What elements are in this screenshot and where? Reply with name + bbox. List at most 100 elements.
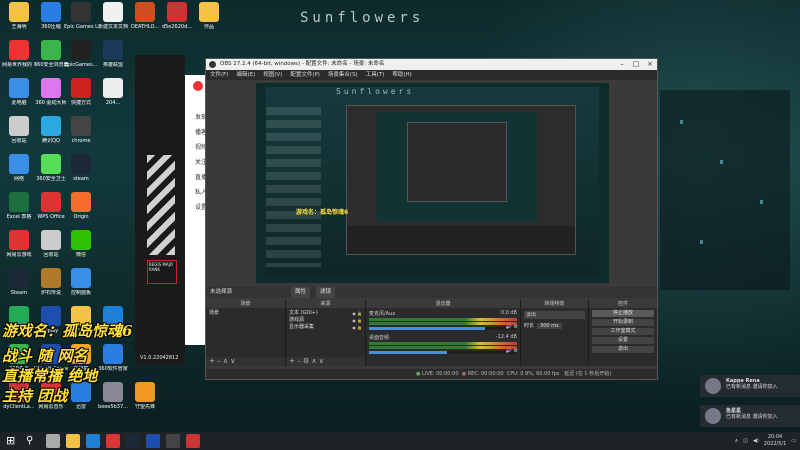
desktop-icon[interactable]: 迅雷 — [64, 382, 98, 410]
desktop-icon[interactable]: 作品 — [192, 2, 226, 30]
move-down-icon[interactable]: ∨ — [319, 357, 324, 365]
obs-preview-canvas[interactable]: Sunflowers 游戏名：孤岛惊魂6 — [256, 83, 609, 283]
control-button[interactable]: 设置 — [592, 337, 654, 344]
menu-item[interactable]: 帮助(H) — [392, 70, 411, 80]
avatar — [705, 378, 721, 394]
transition-select[interactable]: 淡出 — [524, 311, 585, 319]
desktop-icon[interactable]: Steam — [2, 268, 36, 296]
wechat-icon — [71, 230, 91, 250]
source-item[interactable]: 游戏源 ◉ 🔒 — [289, 317, 362, 324]
add-source-button[interactable]: + — [289, 357, 295, 365]
clock[interactable]: 20:04 2022/5/1 — [764, 434, 786, 448]
desktop-icon-label: d5e2620d... — [161, 24, 193, 30]
menu-item[interactable]: 配置文件(P) — [290, 70, 320, 80]
desktop-icon[interactable]: DEATHLO... — [128, 2, 162, 30]
netease-icon[interactable] — [186, 434, 200, 448]
desktop-icon[interactable]: 网易世界我的 平台 — [2, 40, 36, 68]
task-view-icon[interactable] — [46, 434, 60, 448]
desktop-icon[interactable]: 360 驱动大师 — [34, 78, 68, 106]
desktop-icon[interactable]: 此电脑 — [2, 78, 36, 106]
desktop-icon[interactable]: 360压缩 — [34, 2, 68, 30]
desktop-icon-label: 腾讯QQ — [42, 138, 60, 144]
visibility-icon[interactable]: ◉ 🔒 — [352, 317, 362, 324]
edge-icon[interactable] — [86, 434, 100, 448]
desktop-icon[interactable]: 网络 — [2, 154, 36, 182]
mute-icon[interactable]: 🔊 ⚙ — [506, 348, 518, 354]
desktop-icon[interactable]: 回收站 — [2, 116, 36, 144]
menu-item[interactable]: 场景集合(S) — [328, 70, 358, 80]
windows-icon[interactable]: ⊞ — [6, 434, 20, 448]
volume-icon[interactable]: ◀) — [753, 438, 759, 444]
close-button[interactable]: × — [643, 59, 657, 70]
notification-tile[interactable]: 鱼星星 已有新消息 邀请你加入 — [700, 405, 800, 427]
netease-music-icon[interactable] — [106, 434, 120, 448]
menu-item[interactable]: 文件(F) — [210, 70, 228, 80]
desktop-icon[interactable]: 360安全卫士 — [34, 154, 68, 182]
desktop-icon[interactable]: 炉石传说 — [34, 268, 68, 296]
properties-button[interactable]: 属性 — [291, 287, 311, 298]
desktop-icon[interactable]: chrome — [64, 116, 98, 144]
notification-icon[interactable]: ▭ — [791, 438, 796, 444]
desktop-icon[interactable]: 新建文本文档 — [96, 2, 130, 30]
notification-tile[interactable]: Kappa Rena 已有新消息 邀请你加入 — [700, 375, 800, 397]
obs-window[interactable]: OBS 27.2.4 (64-bit, windows) - 配置文件: 未命名… — [205, 58, 658, 380]
move-up-icon[interactable]: ∧ — [311, 357, 316, 365]
menu-item[interactable]: 编辑(E) — [236, 70, 255, 80]
visibility-icon[interactable]: ◉ 🔒 — [352, 310, 362, 317]
minimize-button[interactable]: – — [615, 59, 629, 70]
desktop-icon[interactable]: 英雄联盟 — [96, 40, 130, 68]
desktop-icon[interactable]: 王海明 — [2, 2, 36, 30]
source-item[interactable]: 显示器采集 ◉ 🔒 — [289, 324, 362, 331]
desktop-icon[interactable]: 360软件管家 — [96, 344, 130, 372]
filters-button[interactable]: 滤镜 — [316, 287, 336, 298]
desktop-icon[interactable]: 360安全浏览器 — [34, 40, 68, 68]
desktop-icon[interactable]: Origin — [64, 192, 98, 220]
desktop-icon[interactable]: 控制面板 — [64, 268, 98, 296]
move-down-icon[interactable]: ∨ — [230, 357, 235, 365]
control-button[interactable]: 退出 — [592, 346, 654, 353]
mute-icon[interactable]: 🔊 ⚙ — [506, 324, 518, 330]
obs-titlebar[interactable]: OBS 27.2.4 (64-bit, windows) - 配置文件: 未命名… — [206, 59, 657, 70]
desktop-icon[interactable]: beee5b37... — [96, 382, 130, 410]
volume-slider[interactable]: 🔊 ⚙ — [369, 324, 518, 330]
obs-icon[interactable] — [166, 434, 180, 448]
desktop-icon[interactable]: 回收站 — [34, 230, 68, 258]
menu-item[interactable]: 视图(V) — [263, 70, 282, 80]
move-up-icon[interactable]: ∧ — [223, 357, 228, 365]
desktop-icon[interactable]: Epic Games Launcher — [64, 2, 98, 30]
scene-item[interactable]: 场景 — [209, 310, 282, 317]
desktop-icon[interactable]: 快捷方式 — [64, 78, 98, 106]
ubisoft-icon[interactable] — [146, 434, 160, 448]
software-icon — [103, 344, 123, 364]
source-item[interactable]: 文本 (GDI+) ◉ 🔒 — [289, 310, 362, 317]
desktop-icon[interactable]: Excel 表格 — [2, 192, 36, 220]
network-icon[interactable]: ◫ — [743, 438, 748, 444]
desktop-icon[interactable]: 守望先锋 — [128, 382, 162, 410]
maximize-button[interactable]: □ — [629, 59, 643, 70]
remove-source-button[interactable]: – — [297, 357, 301, 365]
desktop-icon[interactable]: EpicGames... — [64, 40, 98, 68]
control-button[interactable]: 开始录制 — [592, 319, 654, 326]
control-button[interactable]: 停止播放 — [592, 310, 654, 317]
desktop-icon[interactable]: 204... — [96, 78, 130, 106]
desktop-icon[interactable]: steam — [64, 154, 98, 182]
search-icon[interactable]: ⚲ — [26, 434, 40, 448]
desktop-icon[interactable]: 微信 — [64, 230, 98, 258]
file-explorer-icon[interactable] — [66, 434, 80, 448]
volume-slider[interactable]: 🔊 ⚙ — [369, 348, 518, 354]
tray-chevron-icon[interactable]: ∧ — [735, 438, 739, 444]
desktop-icon[interactable]: 网易云游戏 — [2, 230, 36, 258]
add-scene-button[interactable]: + — [209, 357, 215, 365]
remove-scene-button[interactable]: – — [217, 357, 221, 365]
menu-item[interactable]: 工具(T) — [366, 70, 385, 80]
obs-statusbar: ● LIVE: 00:00:00 ● REC: 00:00:00 CPU: 0.… — [206, 369, 657, 379]
gear-icon[interactable]: ⚙ — [303, 357, 309, 365]
desktop-icon[interactable]: d5e2620d... — [160, 2, 194, 30]
duration-input[interactable]: 300 ms — [537, 322, 562, 329]
control-button[interactable]: 工作室模式 — [592, 328, 654, 335]
desktop-icon[interactable]: WPS Office — [34, 192, 68, 220]
duration-label: 时长 — [524, 323, 535, 329]
steam-icon[interactable] — [126, 434, 140, 448]
visibility-icon[interactable]: ◉ 🔒 — [352, 324, 362, 331]
desktop-icon[interactable]: 腾讯QQ — [34, 116, 68, 144]
